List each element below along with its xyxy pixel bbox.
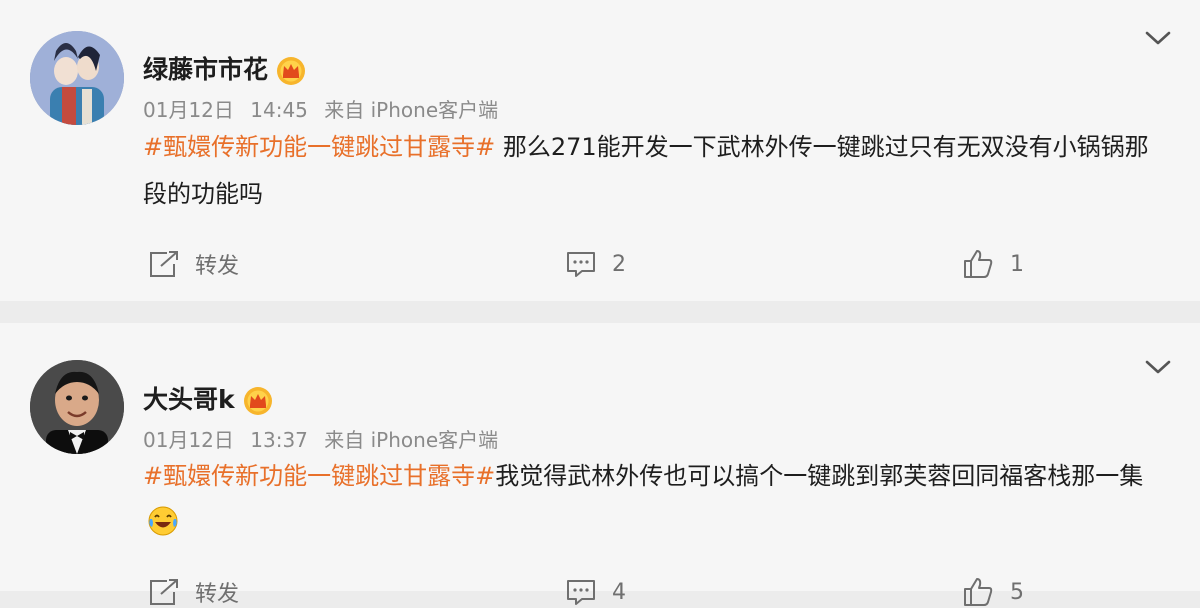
comment-text: #甄嬛传新功能一键跳过甘露寺# 那么271能开发一下武林外传一键跳过只有无双没有… (143, 124, 1153, 218)
username[interactable]: 绿藤市市花 (143, 50, 306, 86)
comment-button[interactable]: 4 (564, 576, 626, 608)
like-count: 5 (1010, 579, 1024, 605)
chevron-down-icon[interactable] (1144, 358, 1172, 376)
comment-date: 01月12日 (143, 428, 234, 452)
comment-meta: 01月12日 13:37 来自 iPhone客户端 (143, 424, 498, 453)
crown-icon (243, 387, 272, 415)
repost-label: 转发 (195, 254, 240, 279)
username-text[interactable]: 绿藤市市花 (143, 55, 268, 84)
like-button[interactable]: 1 (962, 248, 1024, 280)
topic-link[interactable]: #甄嬛传新功能一键跳过甘露寺# (143, 462, 495, 490)
comment-date: 01月12日 (143, 98, 234, 122)
comment-count: 2 (612, 251, 626, 277)
repost-button[interactable]: 转发 (147, 248, 239, 280)
comment-time: 14:45 (250, 98, 308, 122)
like-count: 1 (1010, 251, 1024, 277)
comment-source: 来自 iPhone客户端 (324, 428, 499, 452)
comment-count: 4 (612, 579, 626, 605)
username-text[interactable]: 大头哥k (143, 385, 235, 414)
share-icon (150, 579, 178, 605)
crown-icon (277, 57, 306, 85)
comment-source: 来自 iPhone客户端 (324, 98, 499, 122)
topic-link[interactable]: #甄嬛传新功能一键跳过甘露寺# (143, 133, 495, 161)
comment-card: 绿藤市市花 01月12日 14:45 来自 iPhone客户端 #甄嬛传新功能一… (0, 0, 1200, 301)
comment-card: 大头哥k 01月12日 13:37 来自 iPhone客户端 #甄嬛传新功能一键… (0, 323, 1200, 607)
avatar-image (30, 31, 124, 125)
chevron-down-icon[interactable] (1144, 29, 1172, 47)
thumbs-up-icon (964, 578, 993, 606)
comment-icon (567, 252, 595, 277)
repost-label: 转发 (195, 582, 240, 607)
laughing-crying-emoji (148, 506, 178, 536)
comment-icon (567, 580, 595, 605)
comment-time: 13:37 (250, 428, 308, 452)
avatar-image (30, 360, 124, 454)
username[interactable]: 大头哥k (143, 380, 273, 416)
avatar[interactable] (30, 31, 124, 125)
comment-body: 我觉得武林外传也可以搞个一键跳到郭芙蓉回同福客栈那一集 (495, 462, 1144, 490)
like-button[interactable]: 5 (962, 576, 1024, 608)
comment-text: #甄嬛传新功能一键跳过甘露寺#我觉得武林外传也可以搞个一键跳到郭芙蓉回同福客栈那… (143, 453, 1153, 547)
share-icon (150, 251, 178, 277)
repost-button[interactable]: 转发 (147, 576, 239, 608)
comment-meta: 01月12日 14:45 来自 iPhone客户端 (143, 94, 498, 123)
avatar[interactable] (30, 360, 124, 454)
thumbs-up-icon (964, 250, 993, 278)
comment-button[interactable]: 2 (564, 248, 626, 280)
